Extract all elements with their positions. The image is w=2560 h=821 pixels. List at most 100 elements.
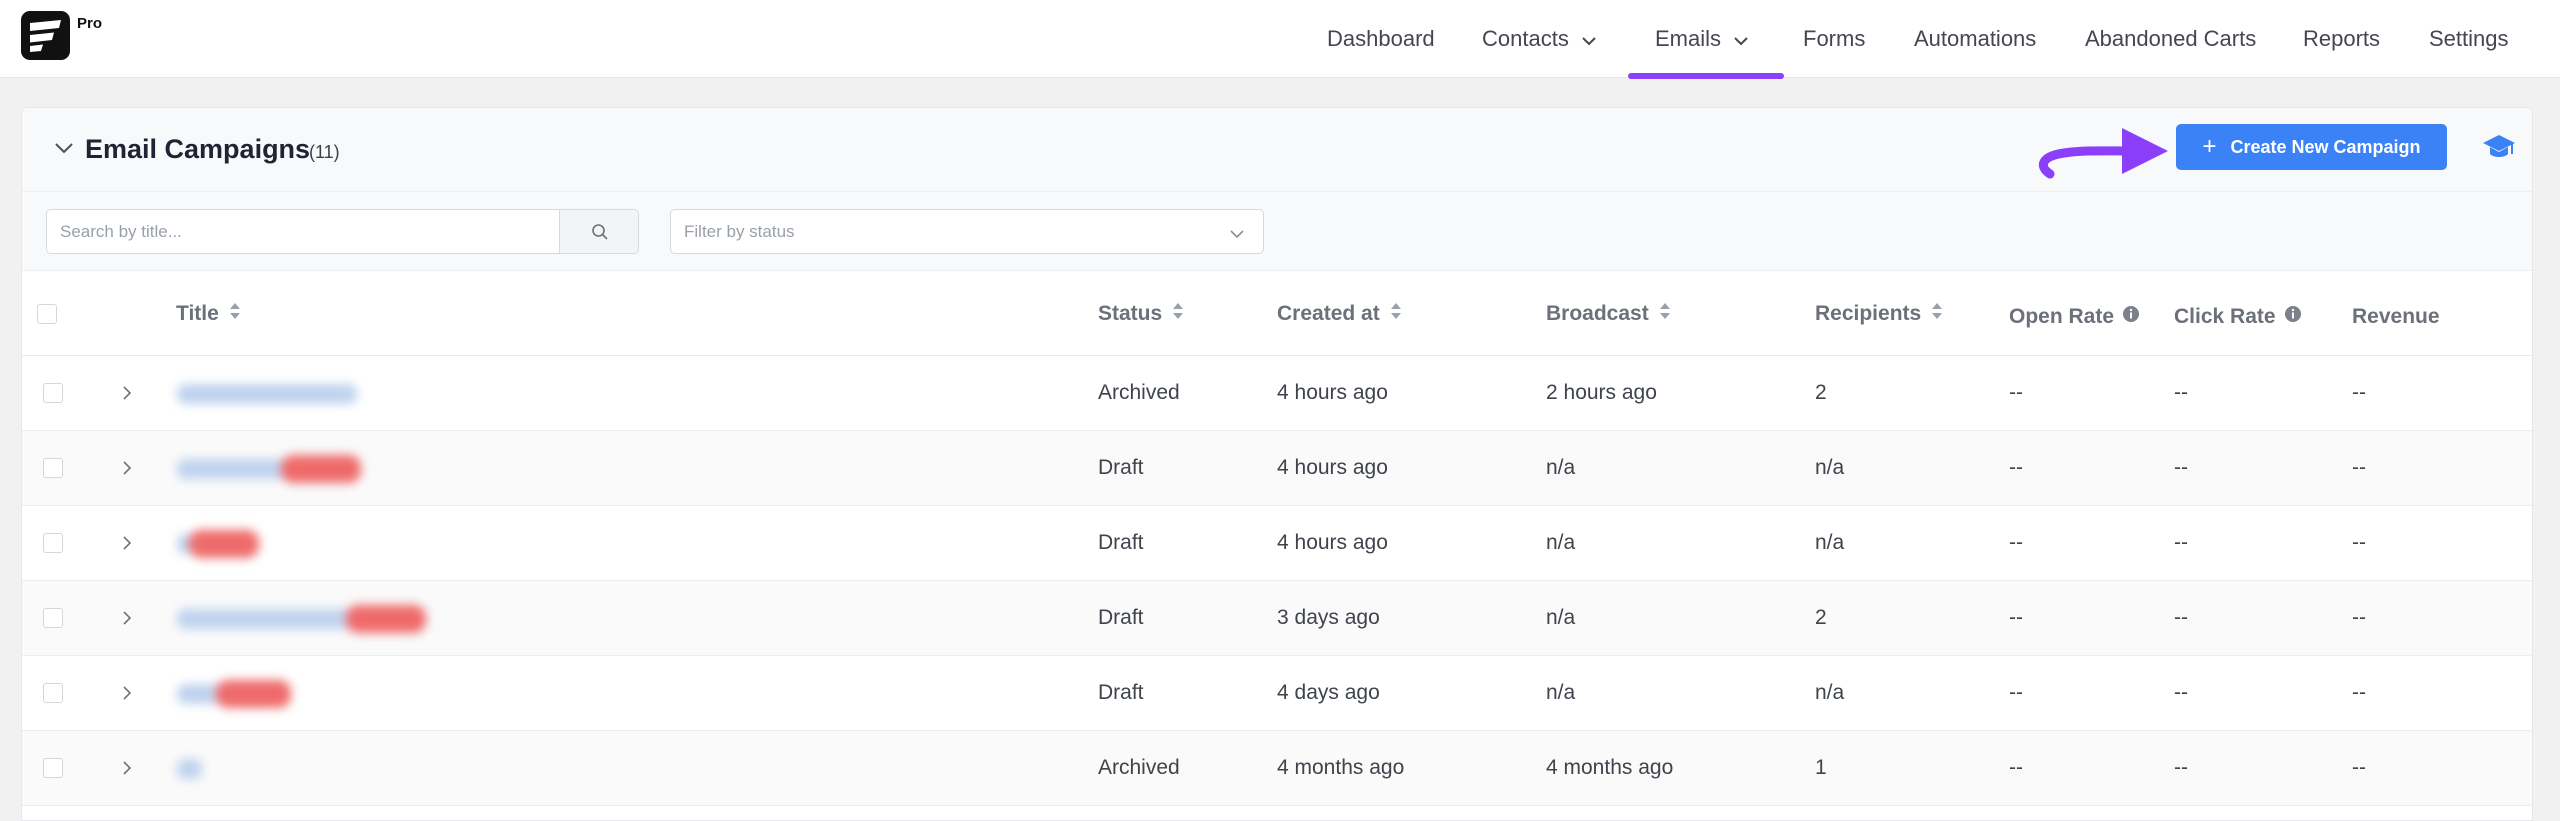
- column-recipients[interactable]: Recipients: [1815, 272, 1943, 356]
- chevron-right-icon[interactable]: [118, 684, 136, 702]
- click-rate-cell: --: [2174, 606, 2188, 629]
- created-at-cell: 4 months ago: [1277, 756, 1405, 779]
- chevron-right-icon[interactable]: [118, 534, 136, 552]
- create-new-campaign-button[interactable]: + Create New Campaign: [2176, 124, 2447, 170]
- search-button[interactable]: [559, 210, 638, 253]
- chevron-right-icon[interactable]: [118, 384, 136, 402]
- campaign-title-redacted[interactable]: [177, 526, 259, 562]
- info-icon[interactable]: [2284, 305, 2302, 329]
- campaign-title-redacted[interactable]: [177, 451, 361, 487]
- filter-bar: Filter by status: [22, 192, 2532, 271]
- created-at-cell: 4 hours ago: [1277, 531, 1388, 554]
- recipients-cell: 2: [1815, 606, 1827, 629]
- select-all-checkbox[interactable]: [37, 304, 57, 324]
- status-cell: Draft: [1098, 456, 1144, 479]
- column-label: Click Rate: [2174, 305, 2276, 328]
- broadcast-cell: n/a: [1546, 606, 1576, 629]
- open-rate-cell: --: [2009, 606, 2023, 629]
- status-cell: Draft: [1098, 606, 1144, 629]
- column-label: Open Rate: [2009, 305, 2115, 328]
- chevron-down-icon[interactable]: [52, 136, 76, 160]
- column-created-at[interactable]: Created at: [1277, 272, 1402, 356]
- column-broadcast[interactable]: Broadcast: [1546, 272, 1671, 356]
- table-row: Draft 4 hours ago n/a n/a -- -- --: [22, 431, 2532, 506]
- open-rate-cell: --: [2009, 756, 2023, 779]
- recipients-cell: 1: [1815, 756, 1827, 779]
- fluentcrm-logo[interactable]: [21, 11, 70, 60]
- created-at-cell: 4 days ago: [1277, 681, 1380, 704]
- click-rate-cell: --: [2174, 456, 2188, 479]
- row-checkbox[interactable]: [43, 533, 63, 553]
- plus-icon: +: [2202, 133, 2217, 160]
- nav-reports[interactable]: Reports: [2303, 0, 2380, 78]
- row-checkbox[interactable]: [43, 758, 63, 778]
- chevron-down-icon: [1581, 26, 1597, 52]
- nav-label: Contacts: [1482, 26, 1569, 51]
- status-filter-select[interactable]: Filter by status: [670, 209, 1264, 254]
- active-tab-indicator: [1628, 73, 1784, 79]
- campaign-title-redacted[interactable]: [177, 601, 426, 637]
- recipients-cell: n/a: [1815, 456, 1845, 479]
- column-label: Recipients: [1815, 302, 1922, 325]
- search-icon: [591, 223, 608, 240]
- created-at-cell: 4 hours ago: [1277, 456, 1388, 479]
- nav-forms[interactable]: Forms: [1803, 0, 1865, 78]
- open-rate-cell: --: [2009, 381, 2023, 404]
- sort-icon: [1390, 302, 1402, 326]
- created-at-cell: 3 days ago: [1277, 606, 1380, 629]
- nav-dashboard[interactable]: Dashboard: [1327, 0, 1435, 78]
- row-checkbox[interactable]: [43, 383, 63, 403]
- chevron-right-icon[interactable]: [118, 459, 136, 477]
- chevron-right-icon[interactable]: [118, 759, 136, 777]
- status-cell: Draft: [1098, 681, 1144, 704]
- column-label: Broadcast: [1546, 302, 1649, 325]
- nav-emails[interactable]: Emails: [1655, 0, 1749, 78]
- row-checkbox[interactable]: [43, 608, 63, 628]
- nav-contacts[interactable]: Contacts: [1482, 0, 1597, 78]
- pro-badge: Pro: [77, 15, 103, 32]
- chevron-down-icon: [1733, 26, 1749, 52]
- sort-icon: [229, 302, 241, 326]
- campaign-title-redacted[interactable]: [177, 376, 357, 412]
- email-campaigns-panel: Email Campaigns (11) + Create New Campai…: [21, 107, 2533, 821]
- column-click-rate: Click Rate: [2174, 275, 2302, 359]
- column-open-rate: Open Rate: [2009, 275, 2140, 359]
- page-title: Email Campaigns: [85, 134, 311, 164]
- nav-label: Settings: [2429, 26, 2509, 51]
- campaign-title-redacted[interactable]: [177, 751, 202, 787]
- status-cell: Draft: [1098, 531, 1144, 554]
- nav-label: Reports: [2303, 26, 2381, 51]
- revenue-cell: --: [2352, 756, 2366, 779]
- nav-settings[interactable]: Settings: [2429, 0, 2509, 78]
- nav-label: Dashboard: [1327, 26, 1435, 51]
- status-filter-placeholder: Filter by status: [684, 222, 795, 241]
- graduation-cap-icon[interactable]: [2482, 132, 2516, 167]
- row-checkbox[interactable]: [43, 458, 63, 478]
- status-cell: Archived: [1098, 756, 1180, 779]
- info-icon[interactable]: [2122, 305, 2140, 329]
- click-rate-cell: --: [2174, 381, 2188, 404]
- nav-label: Automations: [1914, 26, 2037, 51]
- nav-label: Emails: [1655, 26, 1722, 51]
- revenue-cell: --: [2352, 381, 2366, 404]
- nav-abandoned-carts[interactable]: Abandoned Carts: [2085, 0, 2256, 78]
- search-input[interactable]: [47, 210, 559, 253]
- column-status[interactable]: Status: [1098, 272, 1184, 356]
- create-button-label: Create New Campaign: [2230, 136, 2421, 157]
- recipients-cell: n/a: [1815, 681, 1845, 704]
- campaign-title-redacted[interactable]: [177, 676, 291, 712]
- broadcast-cell: 2 hours ago: [1546, 381, 1657, 404]
- created-at-cell: 4 hours ago: [1277, 381, 1388, 404]
- sort-icon: [1172, 302, 1184, 326]
- open-rate-cell: --: [2009, 531, 2023, 554]
- row-checkbox[interactable]: [43, 683, 63, 703]
- broadcast-cell: n/a: [1546, 681, 1576, 704]
- nav-automations[interactable]: Automations: [1914, 0, 2036, 78]
- arrow-pointer-icon: [2034, 122, 2174, 189]
- revenue-cell: --: [2352, 606, 2366, 629]
- column-title[interactable]: Title: [176, 272, 241, 356]
- table-header: Title Status Created at Broadcast Recipi…: [22, 272, 2532, 356]
- revenue-cell: --: [2352, 531, 2366, 554]
- revenue-cell: --: [2352, 456, 2366, 479]
- chevron-right-icon[interactable]: [118, 609, 136, 627]
